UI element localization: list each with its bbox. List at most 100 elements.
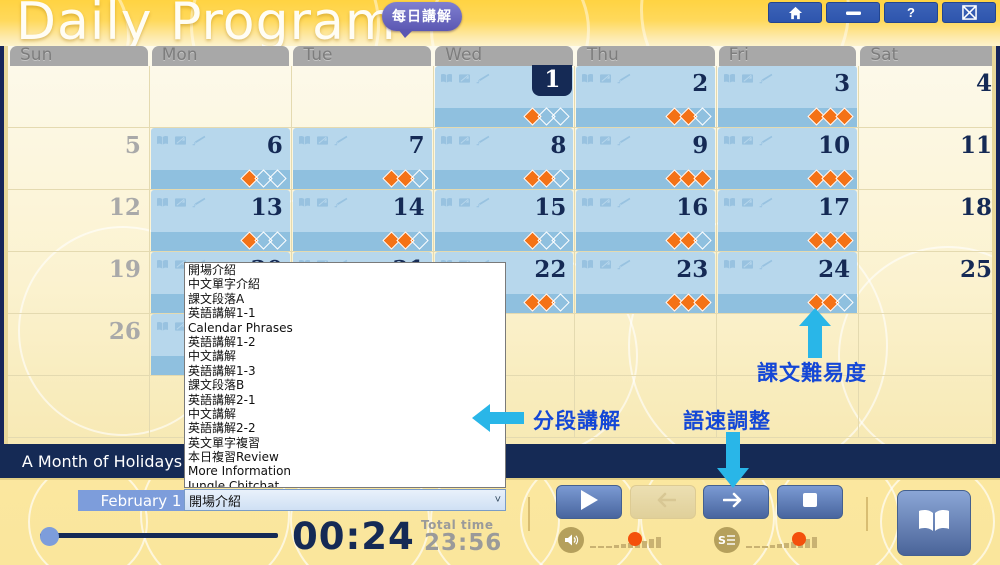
dropdown-option[interactable]: 中文講解 (185, 349, 505, 363)
pencil-icon (617, 135, 631, 146)
dropdown-option[interactable]: 開場介紹 (185, 263, 505, 277)
lesson-icons (440, 135, 490, 146)
dropdown-option[interactable]: 英語講解2-1 (185, 393, 505, 407)
calendar-day-empty (575, 314, 718, 376)
help-button[interactable]: ? (884, 2, 938, 23)
segment-select[interactable]: 開場介紹 ˅ (184, 489, 506, 511)
calendar-day-13[interactable]: 13 (150, 190, 292, 252)
lesson-icons (581, 197, 631, 208)
day-number: 9 (692, 132, 709, 159)
dropdown-option[interactable]: 中文單字介紹 (185, 277, 505, 291)
day-number: 22 (534, 256, 567, 283)
calendar-day-10[interactable]: 10 (717, 128, 860, 190)
speed-steps (746, 536, 817, 548)
dropdown-option[interactable]: 本日複習Review (185, 450, 505, 464)
difficulty-rating (665, 231, 712, 250)
close-icon (961, 5, 977, 20)
calendar-day-18[interactable]: 18 (859, 190, 993, 252)
media-icon (316, 197, 329, 208)
volume-knob[interactable] (628, 532, 642, 546)
lesson-icons (156, 135, 206, 146)
difficulty-rating (240, 169, 287, 188)
speed-knob[interactable] (792, 532, 806, 546)
calendar-day-25[interactable]: 25 (859, 252, 992, 314)
dropdown-option[interactable]: 英語講解2-2 (185, 421, 505, 435)
progress-knob[interactable] (40, 527, 59, 546)
play-button[interactable] (556, 485, 622, 519)
stop-button[interactable] (777, 485, 843, 519)
day-number: 18 (960, 194, 993, 221)
book-icon (581, 197, 594, 208)
dropdown-option[interactable]: 英語講解1-1 (185, 306, 505, 320)
progress-slider[interactable] (22, 522, 284, 548)
stop-icon (801, 491, 819, 514)
calendar-day-8[interactable]: 8 (434, 128, 576, 190)
window-controls: ? (768, 2, 996, 23)
calendar-day-11[interactable]: 11 (859, 128, 992, 190)
dropdown-option[interactable]: More Information (185, 464, 505, 478)
calendar-day-23[interactable]: 23 (575, 252, 718, 314)
dropdown-option[interactable]: 課文段落B (185, 378, 505, 392)
svg-text:S: S (718, 534, 726, 547)
calendar-day-3[interactable]: 3 (717, 66, 860, 128)
volume-slider[interactable] (558, 527, 678, 553)
minimize-button[interactable] (826, 2, 880, 23)
book-icon (581, 135, 594, 146)
calendar-day-6[interactable]: 6 (150, 128, 292, 190)
book-icon (581, 73, 594, 84)
calendar-day-4[interactable]: 4 (859, 66, 992, 128)
calendar-day-1[interactable]: 1 (434, 65, 576, 128)
calendar-day-15[interactable]: 15 (434, 190, 576, 252)
calendar-day-24[interactable]: 24 (717, 252, 860, 314)
home-button[interactable] (768, 2, 822, 23)
dropdown-option[interactable]: 中文講解 (185, 407, 505, 421)
media-icon (174, 135, 187, 146)
media-icon (741, 259, 754, 270)
previous-button[interactable] (630, 485, 696, 519)
pencil-icon (759, 73, 773, 84)
calendar-day-19[interactable]: 19 (8, 252, 150, 314)
day-number: 13 (250, 194, 283, 221)
calendar-day-empty (8, 376, 150, 438)
volume-steps (590, 536, 661, 548)
book-button[interactable] (897, 490, 971, 556)
calendar-day-5[interactable]: 5 (8, 128, 150, 190)
difficulty-diamond (835, 169, 854, 188)
day-number: 12 (108, 194, 141, 221)
calendar-week-row: 5 6 7 8 9 10 11 (8, 128, 992, 190)
help-icon: ? (907, 5, 915, 20)
day-of-week-fri: Fri (718, 46, 857, 66)
media-icon (458, 73, 471, 84)
minimize-icon (845, 9, 862, 17)
calendar-day-16[interactable]: 16 (575, 190, 718, 252)
lesson-icons (298, 197, 348, 208)
calendar-day-12[interactable]: 12 (8, 190, 150, 252)
chevron-down-icon: ˅ (494, 494, 501, 506)
close-button[interactable] (942, 2, 996, 23)
difficulty-rating (523, 293, 571, 312)
dropdown-option[interactable]: 課文段落A (185, 292, 505, 306)
difficulty-diamond (693, 169, 712, 188)
pencil-icon (759, 259, 773, 270)
media-icon (599, 259, 612, 270)
calendar-day-26[interactable]: 26 (8, 314, 150, 376)
calendar-day-14[interactable]: 14 (292, 190, 434, 252)
dropdown-option[interactable]: 英語講解1-3 (185, 364, 505, 378)
difficulty-diamond (693, 293, 712, 312)
book-icon (723, 135, 736, 146)
segment-dropdown-list[interactable]: 開場介紹 中文單字介紹 課文段落A 英語講解1-1 Calendar Phrases 英語… (184, 262, 506, 488)
dropdown-option[interactable]: 英文單字複習 (185, 436, 505, 450)
pencil-icon (617, 197, 631, 208)
calendar-day-2[interactable]: 2 (575, 66, 718, 128)
calendar-day-7[interactable]: 7 (292, 128, 434, 190)
book-icon (723, 73, 736, 84)
speed-slider[interactable]: S (714, 527, 840, 553)
dropdown-option[interactable]: 英語講解1-2 (185, 335, 505, 349)
calendar-day-17[interactable]: 17 (717, 190, 860, 252)
calendar-day-9[interactable]: 9 (575, 128, 718, 190)
speed-annotation-arrow (715, 432, 751, 493)
dropdown-option[interactable]: Calendar Phrases (185, 321, 505, 335)
media-icon (741, 73, 754, 84)
media-icon (316, 135, 329, 146)
dropdown-option[interactable]: Jungle Chitchat (185, 479, 505, 487)
